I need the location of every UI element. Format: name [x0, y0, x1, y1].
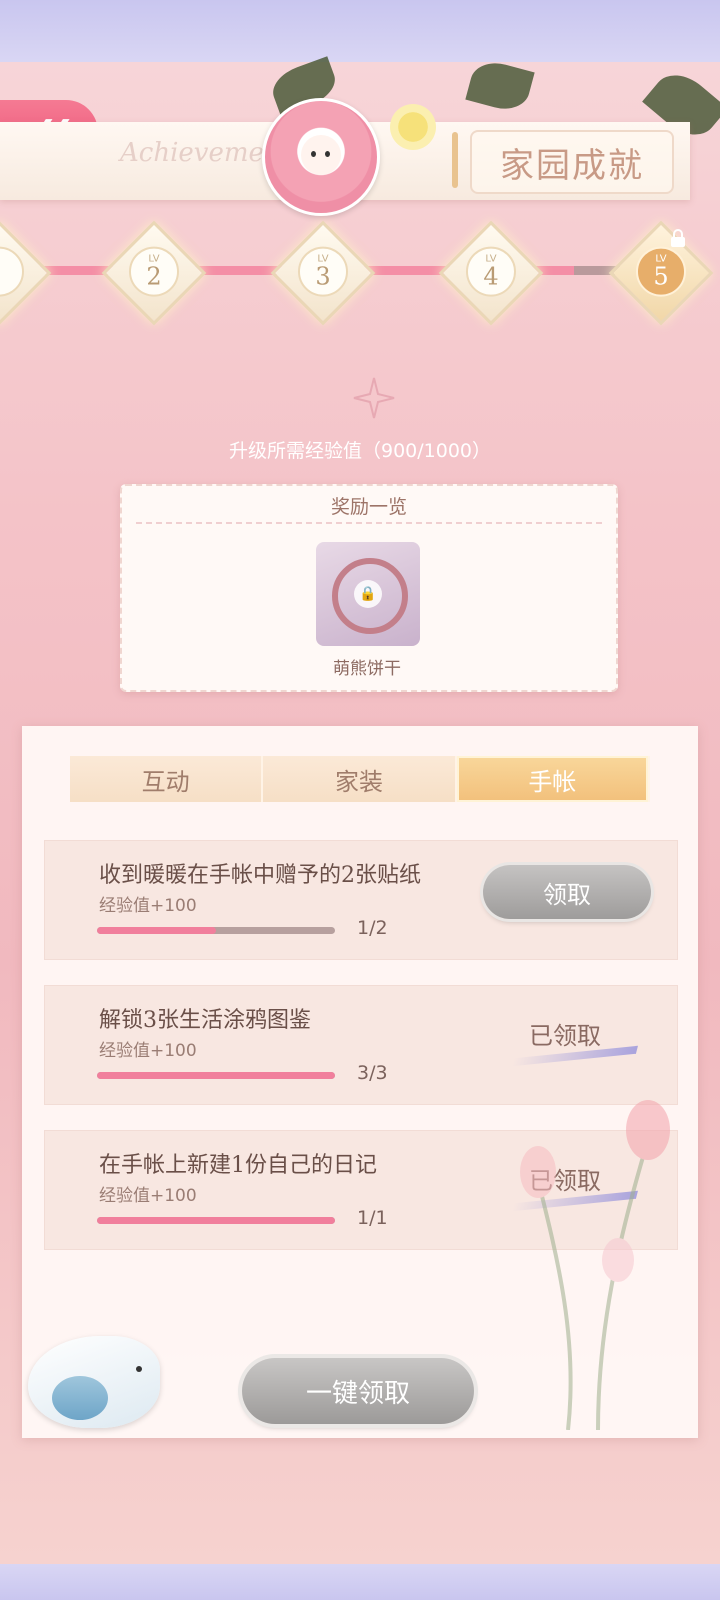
- task-count: 1/1: [357, 1207, 388, 1229]
- flower-decoration: [520, 1100, 670, 1430]
- task-title: 在手帐上新建1份自己的日记: [99, 1153, 377, 1178]
- tab-bar: 互动 家装 手帐: [70, 756, 650, 802]
- page-title-text: 家园成就: [500, 145, 644, 186]
- reward-item-slot[interactable]: 🔒: [316, 542, 420, 646]
- task-title: 解锁3张生活涂鸦图鉴: [99, 1008, 311, 1033]
- page-title: 家园成就: [470, 130, 674, 194]
- title-accent: [452, 132, 458, 188]
- exp-required-text: 升级所需经验值（900/1000）: [228, 440, 492, 462]
- claim-all-button[interactable]: 一键领取: [242, 1358, 474, 1424]
- task-row: 收到暖暖在手帐中赠予的2张贴纸 经验值+100 1/2 领取: [44, 840, 678, 960]
- task-progress-fill: [97, 1072, 335, 1079]
- lock-icon: 🔒: [354, 580, 382, 608]
- tab-journal[interactable]: 手帐: [456, 756, 650, 802]
- task-exp: 经验值+100: [99, 1186, 197, 1206]
- reward-title: 奖励一览: [330, 496, 407, 518]
- sparkle-icon: [353, 377, 395, 419]
- task-progress-fill: [97, 927, 216, 934]
- reward-item-name: 萌熊饼干: [333, 659, 401, 679]
- task-progress-bar: [97, 1217, 335, 1224]
- tab-decoration[interactable]: 家装: [263, 756, 457, 802]
- claimed-label: 已领取: [529, 1022, 601, 1050]
- avatar: [262, 98, 380, 216]
- task-exp: 经验值+100: [99, 896, 197, 916]
- divider: [136, 522, 602, 524]
- lock-icon: [671, 229, 685, 247]
- task-progress-bar: [97, 927, 335, 934]
- reward-card: 奖励一览 🔒 萌熊饼干: [120, 484, 618, 692]
- task-title: 收到暖暖在手帐中赠予的2张贴纸: [99, 863, 421, 888]
- task-count: 3/3: [357, 1062, 388, 1084]
- task-exp: 经验值+100: [99, 1041, 197, 1061]
- task-progress-fill: [97, 1217, 335, 1224]
- claim-button[interactable]: 领取: [483, 865, 651, 919]
- top-frame: [0, 0, 720, 62]
- tab-interaction[interactable]: 互动: [70, 756, 264, 802]
- task-progress-bar: [97, 1072, 335, 1079]
- sun-icon: [390, 104, 436, 150]
- task-count: 1/2: [357, 917, 388, 939]
- bottom-frame: [0, 1564, 720, 1600]
